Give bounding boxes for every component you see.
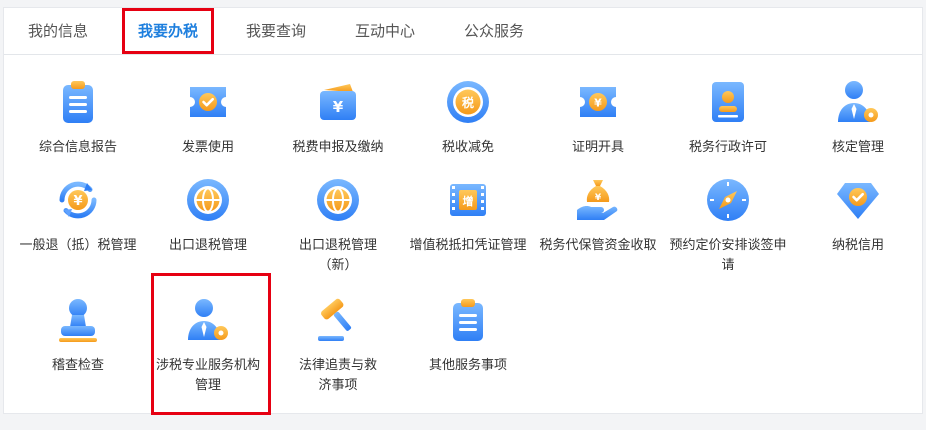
ticket-yuan-icon: ¥: [580, 87, 616, 117]
tile-label: 预约定价安排谈签申请: [669, 238, 787, 273]
svg-text:¥: ¥: [333, 98, 344, 116]
tile-apa-application[interactable]: 预约定价安排谈签申请: [663, 176, 793, 276]
tab-public-service[interactable]: 公众服务: [452, 8, 536, 54]
tile-label: 其他服务事项: [428, 358, 507, 373]
vat-film-icon: 增: [450, 184, 486, 216]
tile-label: 税费申报及缴纳: [292, 140, 384, 155]
tile-vat-deduction[interactable]: 增 增值税抵扣凭证管理: [403, 176, 533, 276]
tile-general-refund[interactable]: ¥ 一般退（抵）税管理: [13, 176, 143, 276]
tile-label: 出口退税管理: [168, 238, 247, 253]
tile-label: 证明开具: [571, 140, 624, 155]
tile-inspection[interactable]: 稽查检查: [13, 296, 143, 386]
tile-general-report[interactable]: 综合信息报告: [13, 78, 143, 168]
tile-label: 核定管理: [831, 140, 884, 155]
tile-other-services[interactable]: 其他服务事项: [403, 296, 533, 386]
tile-legal-remedy[interactable]: 法律追责与救济事项: [273, 296, 403, 396]
svg-text:税: 税: [462, 95, 474, 110]
stamp-person-icon: [59, 299, 97, 342]
user-gear-icon: [838, 81, 878, 122]
globe-icon: [317, 179, 359, 221]
tile-agency-management[interactable]: 涉税专业服务机构管理: [143, 296, 273, 396]
wallet-yuan-icon: ¥: [320, 84, 356, 120]
tile-label: 发票使用: [181, 140, 234, 155]
refund-cycle-icon: ¥: [59, 181, 97, 219]
tile-label: 纳税信用: [831, 238, 884, 253]
stamp-icon: [712, 82, 744, 122]
tax-coin-icon: 税: [447, 81, 489, 123]
tile-label: 法律追责与救济事项: [298, 358, 377, 393]
tab-tax-handling[interactable]: 我要办税: [122, 8, 214, 54]
tile-invoice-use[interactable]: 发票使用: [143, 78, 273, 168]
user-gear-icon: [188, 299, 228, 340]
tile-label: 增值税抵扣凭证管理: [409, 238, 527, 253]
svg-text:¥: ¥: [73, 194, 82, 209]
tile-custody-funds[interactable]: ¥ 税务代保管资金收取: [533, 176, 663, 276]
tile-certificate[interactable]: ¥ 证明开具: [533, 78, 663, 168]
tab-query[interactable]: 我要查询: [234, 8, 318, 54]
tile-label: 涉税专业服务机构管理: [155, 358, 260, 393]
compass-icon: [707, 179, 749, 221]
tab-bar: 我的信息 我要办税 我要查询 互动中心 公众服务: [4, 8, 922, 55]
tile-declare-pay[interactable]: ¥ 税费申报及缴纳: [273, 78, 403, 168]
tile-export-refund-new[interactable]: 出口退税管理（新）: [273, 176, 403, 276]
tile-tax-relief[interactable]: 税 税收减免: [403, 78, 533, 168]
clipboard-list-icon: [453, 299, 483, 341]
globe-icon: [187, 179, 229, 221]
tile-label: 出口退税管理（新）: [298, 238, 377, 273]
invoice-check-icon: [190, 87, 226, 117]
svg-text:¥: ¥: [594, 97, 602, 110]
tile-label: 综合信息报告: [38, 140, 117, 155]
tile-assessment[interactable]: 核定管理: [793, 78, 923, 168]
gavel-icon: [318, 298, 352, 341]
svg-text:¥: ¥: [595, 193, 602, 203]
tile-label: 税收减免: [441, 140, 494, 155]
money-bag-hand-icon: ¥: [577, 180, 618, 220]
tile-label: 税务代保管资金收取: [539, 238, 657, 253]
tile-label: 税务行政许可: [688, 140, 767, 155]
tile-tax-credit[interactable]: 纳税信用: [793, 176, 923, 276]
tile-label: 稽查检查: [51, 358, 104, 373]
tab-my-info[interactable]: 我的信息: [16, 8, 100, 54]
svg-text:增: 增: [463, 194, 474, 208]
tile-admin-permit[interactable]: 税务行政许可: [663, 78, 793, 168]
diamond-check-icon: [837, 183, 879, 219]
clipboard-list-icon: [63, 81, 93, 123]
tile-label: 一般退（抵）税管理: [19, 238, 137, 253]
tile-export-refund[interactable]: 出口退税管理: [143, 176, 273, 276]
tab-interaction-center[interactable]: 互动中心: [343, 8, 427, 54]
